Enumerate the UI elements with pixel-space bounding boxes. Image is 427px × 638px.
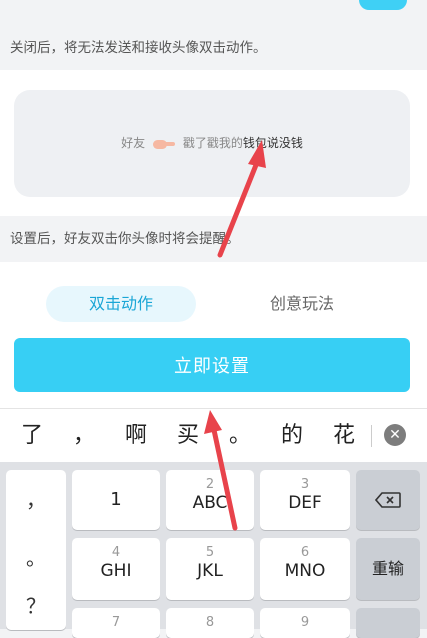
key-2-abc[interactable]: 2 ABC <box>166 470 254 530</box>
setup-now-button[interactable]: 立即设置 <box>14 338 410 392</box>
candidate-divider <box>371 425 372 447</box>
poke-hand-icon <box>152 138 175 150</box>
key-4-ghi[interactable]: 4 GHI <box>72 538 160 600</box>
key-3-def[interactable]: 3 DEF <box>260 470 350 530</box>
key-5-jkl[interactable]: 5 JKL <box>166 538 254 600</box>
close-candidates-icon[interactable]: ✕ <box>384 424 406 446</box>
key-9[interactable]: 9 <box>260 608 350 638</box>
preview-friend: 好友 <box>121 136 146 150</box>
key-8[interactable]: 8 <box>166 608 254 638</box>
candidate-item[interactable]: ， <box>64 409 104 463</box>
symbol-key[interactable]: ， <box>6 484 66 513</box>
symbol-key[interactable]: ？ <box>6 590 66 619</box>
tab-creative-play[interactable]: 创意玩法 <box>232 286 372 322</box>
symbol-key[interactable]: 。 <box>6 542 66 571</box>
symbol-column[interactable]: ， 。 ？ <box>6 470 66 630</box>
keyboard: ， 。 ？ 1 2 ABC 3 DEF 4 GHI 5 JKL 6 MNO 重输 <box>0 462 427 638</box>
keyboard-extra-key[interactable] <box>356 608 420 638</box>
set-description: 设置后，好友双击你头像时将会提醒。 <box>0 216 427 262</box>
toggle-switch[interactable] <box>359 0 407 10</box>
candidate-item[interactable]: 啊 <box>116 409 156 463</box>
key-1[interactable]: 1 <box>72 470 160 530</box>
preview-action: 戳了戳我的 <box>182 136 243 150</box>
preview-message: 好友 戳了戳我的钱包说没钱 <box>14 134 410 151</box>
preview-suffix: 钱包说没钱 <box>242 136 303 150</box>
tab-double-tap-action[interactable]: 双击动作 <box>46 286 196 322</box>
candidate-item[interactable]: 的 <box>272 409 312 463</box>
key-6-mno[interactable]: 6 MNO <box>260 538 350 600</box>
key-7[interactable]: 7 <box>72 608 160 638</box>
candidate-item[interactable]: 。 <box>220 409 260 463</box>
candidate-item[interactable]: 买 <box>168 409 208 463</box>
preview-card: 好友 戳了戳我的钱包说没钱 <box>14 90 410 197</box>
candidate-item[interactable]: 花 <box>324 409 364 463</box>
candidate-bar: 了 ， 啊 买 。 的 花 ✕ <box>0 408 427 463</box>
close-description: 关闭后，将无法发送和接收头像双击动作。 <box>0 26 427 70</box>
backspace-icon <box>375 492 401 508</box>
candidate-item[interactable]: 了 <box>12 409 52 463</box>
backspace-key[interactable] <box>356 470 420 530</box>
reinput-key[interactable]: 重输 <box>356 538 420 600</box>
